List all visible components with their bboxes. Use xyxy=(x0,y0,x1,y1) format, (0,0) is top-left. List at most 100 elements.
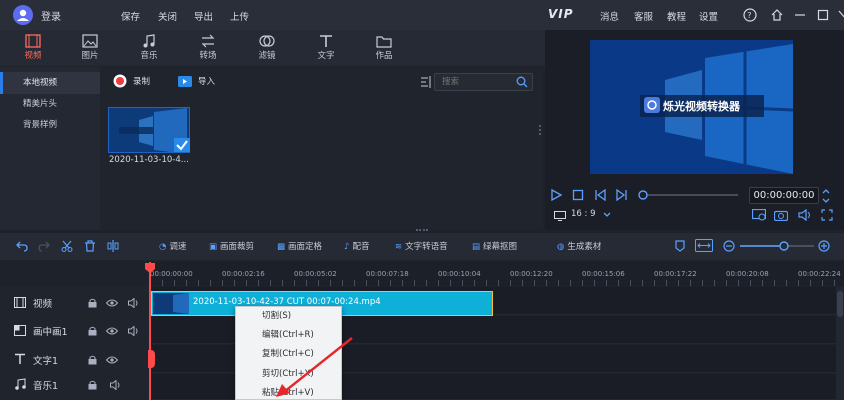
speaker-icon[interactable] xyxy=(128,326,140,336)
next-frame-icon[interactable] xyxy=(616,189,628,201)
fit-timeline-icon[interactable] xyxy=(695,239,713,252)
tool-speed[interactable]: ◔ 调速 xyxy=(159,240,186,252)
screen-title: 烁光视频转换器 xyxy=(663,100,740,113)
tool-dubbing[interactable]: ♪ 配音 xyxy=(344,240,369,252)
sidebar-item-local-video[interactable]: 本地视频 xyxy=(0,72,100,94)
preview-timecode[interactable]: 00:00:00:00 xyxy=(749,187,819,204)
menu-export[interactable]: 导出 xyxy=(194,9,213,23)
music-icon xyxy=(14,378,26,390)
undo-icon[interactable] xyxy=(16,240,28,252)
tab-image[interactable]: 图片 xyxy=(70,34,110,64)
tab-label: 转场 xyxy=(199,51,217,61)
zoom-slider[interactable] xyxy=(740,241,814,251)
tool-crop-label: 画面裁剪 xyxy=(220,242,255,252)
chevron-down-icon[interactable] xyxy=(603,212,611,218)
tool-freeze-label: 画面定格 xyxy=(288,242,323,252)
menu-save[interactable]: 保存 xyxy=(121,9,140,23)
tool-speed-label: 调速 xyxy=(169,242,187,252)
lock-icon[interactable] xyxy=(88,355,97,365)
playhead[interactable] xyxy=(149,262,151,400)
menu-upload[interactable]: 上传 xyxy=(230,9,249,23)
aspect-ratio-select[interactable]: 16 : 9 xyxy=(571,209,596,219)
generate-icon: ◍ xyxy=(557,242,565,252)
folder-icon xyxy=(376,36,392,48)
tab-music[interactable]: 音乐 xyxy=(129,34,169,64)
preview-progress-slider[interactable] xyxy=(638,190,738,200)
tab-filter[interactable]: 滤镜 xyxy=(247,34,287,64)
timeline-scrollbar[interactable] xyxy=(836,287,844,400)
menu-close[interactable]: 关闭 xyxy=(158,9,177,23)
timecode-stepper-icon[interactable] xyxy=(821,187,831,205)
help-icon[interactable]: ? xyxy=(742,7,758,23)
tool-crop[interactable]: ▣ 画面裁剪 xyxy=(209,240,254,252)
film-icon xyxy=(25,34,41,48)
tool-green-screen[interactable]: ▤ 绿幕抠图 xyxy=(472,240,517,252)
resize-handle[interactable] xyxy=(539,125,541,135)
prev-frame-icon[interactable] xyxy=(594,189,606,201)
lock-icon[interactable] xyxy=(88,380,97,390)
ruler-tick: 00:00:00:00 xyxy=(150,270,193,278)
selected-check-icon[interactable] xyxy=(174,138,190,152)
redo-icon[interactable] xyxy=(38,240,50,252)
stop-icon[interactable] xyxy=(572,189,584,201)
eye-icon[interactable] xyxy=(106,327,118,335)
speaker-icon[interactable] xyxy=(110,380,122,390)
tool-generate-label: 生成素材 xyxy=(567,242,602,252)
tab-text[interactable]: 文字 xyxy=(306,34,346,64)
tab-video[interactable]: 视频 xyxy=(13,34,53,64)
menu-settings[interactable]: 设置 xyxy=(699,9,718,23)
lock-icon[interactable] xyxy=(88,326,97,336)
menu-messages[interactable]: 消息 xyxy=(600,9,619,23)
delete-icon[interactable] xyxy=(84,240,96,252)
login-link[interactable]: 登录 xyxy=(41,8,61,23)
camera-icon[interactable] xyxy=(774,209,788,221)
tab-label: 文字 xyxy=(317,51,335,61)
tab-label: 作品 xyxy=(375,51,393,61)
fullscreen-icon[interactable] xyxy=(821,209,833,221)
vip-badge[interactable]: VIP xyxy=(548,7,574,21)
import-button[interactable]: 导入 xyxy=(178,74,215,88)
play-icon[interactable] xyxy=(550,189,562,201)
playhead-handle[interactable] xyxy=(145,263,155,273)
search-input[interactable] xyxy=(442,76,512,88)
eye-icon[interactable] xyxy=(106,356,118,364)
context-menu-item-cut-split[interactable]: 切割(S) xyxy=(262,309,291,321)
sidebar-item-background[interactable]: 背景样例 xyxy=(0,114,100,136)
marker-icon[interactable] xyxy=(675,240,685,252)
sidebar-item-intros[interactable]: 精美片头 xyxy=(0,93,100,115)
menu-support[interactable]: 客服 xyxy=(634,9,653,23)
tool-freeze-frame[interactable]: ▩ 画面定格 xyxy=(277,240,322,252)
speaker-icon[interactable] xyxy=(128,298,140,308)
eye-icon[interactable] xyxy=(106,299,118,307)
tool-tts-label: 文字转语音 xyxy=(405,242,448,252)
panel-resize-handle[interactable] xyxy=(416,229,428,231)
scissors-icon[interactable] xyxy=(61,240,73,252)
menu-tutorial[interactable]: 教程 xyxy=(667,9,686,23)
filter-icon xyxy=(259,35,275,47)
tool-generate-material[interactable]: ◍ 生成素材 xyxy=(557,240,601,252)
crop-icon: ▣ xyxy=(209,242,218,252)
close-icon[interactable] xyxy=(838,7,844,23)
import-icon xyxy=(178,76,192,87)
tab-transition[interactable]: 转场 xyxy=(188,34,228,64)
tool-text-to-speech[interactable]: ≋ 文字转语音 xyxy=(395,240,448,252)
home-icon[interactable] xyxy=(769,7,785,23)
tool-dubbing-label: 配音 xyxy=(352,242,370,252)
split-icon[interactable] xyxy=(107,240,119,252)
media-file-name: 2020-11-03-10-4... xyxy=(109,155,189,165)
search-icon[interactable] xyxy=(516,76,528,88)
tts-icon: ≋ xyxy=(395,242,403,252)
text-track-marker[interactable] xyxy=(148,350,155,368)
maximize-icon[interactable] xyxy=(815,7,831,23)
volume-icon[interactable] xyxy=(798,209,812,221)
snapshot-settings-icon[interactable] xyxy=(752,209,766,221)
tab-works[interactable]: 作品 xyxy=(364,34,404,64)
svg-text:?: ? xyxy=(747,11,751,20)
tab-label: 音乐 xyxy=(140,51,158,61)
lock-icon[interactable] xyxy=(88,298,97,308)
sort-icon[interactable] xyxy=(421,76,431,88)
zoom-out-icon[interactable] xyxy=(723,240,735,252)
zoom-in-icon[interactable] xyxy=(818,240,830,252)
minimize-icon[interactable] xyxy=(792,7,808,23)
record-button[interactable]: 录制 xyxy=(113,74,150,88)
